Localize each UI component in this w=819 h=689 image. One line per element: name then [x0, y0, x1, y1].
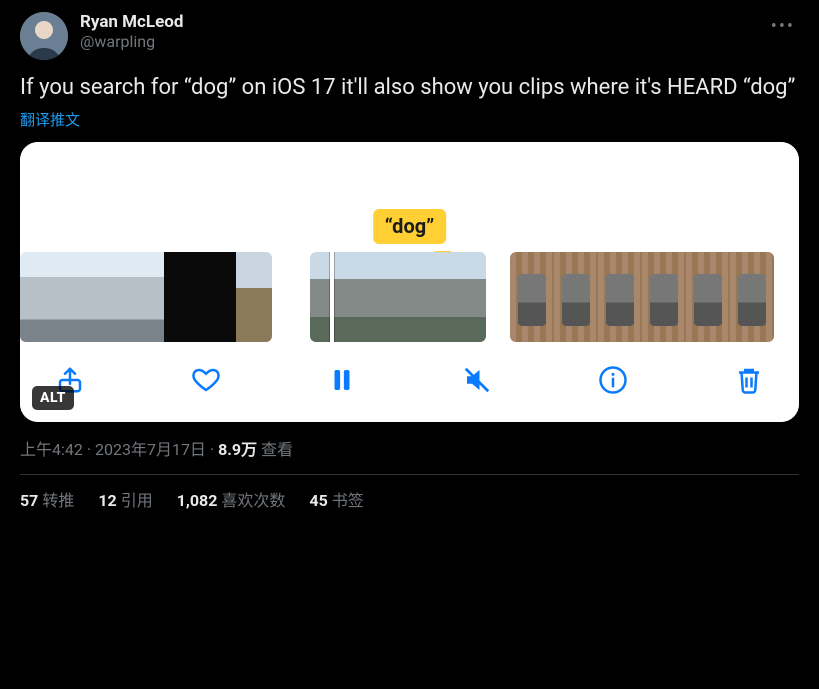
alt-badge[interactable]: ALT	[32, 386, 74, 410]
quotes-stat[interactable]: 12引用	[98, 487, 152, 511]
thumbnail	[730, 252, 774, 342]
thumbnail	[510, 252, 554, 342]
clip-group-2[interactable]	[310, 252, 486, 342]
thumbnail	[598, 252, 642, 342]
info-icon	[598, 365, 628, 395]
thumbnail	[200, 252, 236, 342]
heart-icon	[191, 365, 221, 395]
thumbnail	[128, 252, 164, 342]
filmstrip-row	[20, 252, 799, 342]
pause-icon	[327, 365, 357, 395]
avatar[interactable]	[20, 12, 68, 60]
media-attachment[interactable]: “dog”	[20, 142, 799, 422]
timestamp-row: 上午4:42 · 2023年7月17日 · 8.9万 查看	[20, 436, 799, 460]
thumbnail	[686, 252, 730, 342]
more-menu-button[interactable]: •••	[767, 12, 799, 41]
stats-row: 57转推 12引用 1,082喜欢次数 45书签	[20, 487, 799, 511]
info-button[interactable]	[593, 360, 633, 400]
thumbnail	[236, 252, 272, 342]
bookmarks-stat[interactable]: 45书签	[309, 487, 363, 511]
handle[interactable]: @warpling	[80, 32, 755, 51]
pause-button[interactable]	[322, 360, 362, 400]
views-label: 查看	[257, 440, 293, 459]
thumbnail	[554, 252, 598, 342]
thumbnail	[354, 252, 398, 342]
clip-group-1[interactable]	[20, 252, 272, 342]
mute-icon	[462, 365, 492, 395]
thumbnail	[642, 252, 686, 342]
likes-stat[interactable]: 1,082喜欢次数	[177, 487, 286, 511]
thumbnail	[56, 252, 92, 342]
mute-button[interactable]	[457, 360, 497, 400]
tweet-text: If you search for “dog” on iOS 17 it'll …	[20, 74, 799, 103]
trash-icon	[734, 365, 764, 395]
like-button[interactable]	[186, 360, 226, 400]
media-top-area: “dog”	[20, 142, 799, 252]
divider	[20, 474, 799, 475]
post-date[interactable]: 2023年7月17日	[95, 440, 206, 459]
views-count: 8.9万	[218, 440, 257, 459]
display-name[interactable]: Ryan McLeod	[80, 12, 755, 32]
thumbnail	[164, 252, 200, 342]
author-names: Ryan McLeod @warpling	[80, 12, 755, 52]
clip-group-3[interactable]	[510, 252, 774, 342]
tweet-header: Ryan McLeod @warpling •••	[20, 12, 799, 60]
thumbnail	[442, 252, 486, 342]
search-term-tag: “dog”	[373, 209, 447, 244]
post-time[interactable]: 上午4:42	[20, 440, 83, 459]
delete-button[interactable]	[729, 360, 769, 400]
retweets-stat[interactable]: 57转推	[20, 487, 74, 511]
playhead[interactable]	[330, 252, 334, 342]
thumbnail	[92, 252, 128, 342]
translate-link[interactable]: 翻译推文	[20, 109, 80, 130]
tweet-container: Ryan McLeod @warpling ••• If you search …	[0, 0, 819, 519]
thumbnail	[20, 252, 56, 342]
media-toolbar	[20, 342, 799, 422]
thumbnail	[398, 252, 442, 342]
